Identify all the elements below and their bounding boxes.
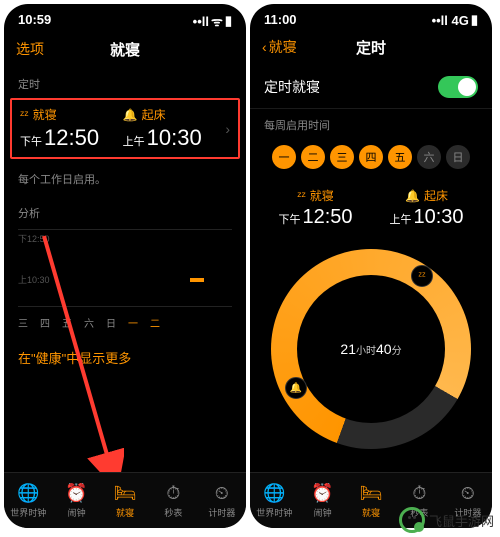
bed-label: 就寝 [310,187,334,204]
watermark-text: 飞鼠手游网 [429,511,494,530]
globe-icon: 🌐 [17,483,39,504]
tab-timer[interactable]: ⏲计时器 [198,473,246,528]
status-bar: 10:59 ••ll ᯤ ▮ [4,4,246,32]
enable-row: 定时就寝 [250,66,492,109]
globe-icon: 🌐 [263,483,285,504]
tab-bar: 🌐世界时钟 ⏰闹钟 🛏就寝 ⏱秒表 ⏲计时器 [4,472,246,528]
bed-icon: ᶻᶻ [20,108,29,122]
tab-alarm[interactable]: ⏰闹钟 [52,473,100,528]
section-header-timer: 定时 [4,68,246,96]
dial-face: 21小时40分 [297,275,445,423]
section-header-week: 每周启用时间 [250,109,492,137]
bed-time: 12:50 [302,206,352,229]
tab-alarm[interactable]: ⏰闹钟 [298,473,346,528]
stopwatch-icon: ⏱ [166,483,180,504]
options-button[interactable]: 选项 [16,39,44,59]
status-bar: 11:00 ••ll 4G ▮ [250,4,492,30]
tab-stopwatch[interactable]: ⏱秒表 [149,473,197,528]
tab-world-clock[interactable]: 🌐世界时钟 [4,473,52,528]
phone-right: 11:00 ••ll 4G ▮ ‹就寝 定时 定时就寝 每周启用时间 一 二 三… [250,4,492,528]
bell-icon: 🔔 [405,189,420,203]
enable-toggle[interactable] [438,76,478,98]
bed-icon: ᶻᶻ [297,189,306,203]
watermark-icon [399,507,425,533]
tab-bedtime[interactable]: 🛏就寝 [101,473,149,528]
sleep-dial[interactable]: 21小时40分 🔔 ᶻᶻ [271,249,471,449]
day-wed[interactable]: 三 [330,145,354,169]
network-icon: ••ll 4G [432,13,469,28]
bed-pre: 下午 [20,133,42,149]
status-time: 11:00 [264,12,297,28]
nav-bar: ‹就寝 定时 [250,30,492,66]
back-button[interactable]: ‹就寝 [262,37,297,57]
analysis-chart: 下12:50 上10:30 [18,229,232,307]
day-tue[interactable]: 二 [301,145,325,169]
section-header-analysis: 分析 [4,197,246,225]
day-thu[interactable]: 四 [359,145,383,169]
nav-bar: 选项 就寝 [4,32,246,68]
wake-handle[interactable]: 🔔 [285,377,307,399]
wake-time: 10:30 [413,206,463,229]
wake-pre: 上午 [389,211,411,227]
stopwatch-icon: ⏱ [412,483,426,504]
wake-label: 起床 [424,187,448,204]
tab-bedtime[interactable]: 🛏就寝 [347,473,395,528]
day-sun[interactable]: 日 [446,145,470,169]
chevron-right-icon: › [225,121,230,137]
day-fri[interactable]: 五 [388,145,412,169]
bed-tab-icon: 🛏 [360,483,383,504]
day-mon[interactable]: 一 [272,145,296,169]
schedule-row[interactable]: ᶻᶻ 就寝 下午12:50 🔔 起床 上午10:30 › [20,106,230,151]
status-time: 10:59 [18,12,51,30]
timer-icon: ⏲ [215,483,229,504]
page-title: 定时 [356,37,386,58]
day-sat[interactable]: 六 [417,145,441,169]
bed-time: 12:50 [44,125,99,151]
chevron-left-icon: ‹ [262,39,267,55]
chart-y2: 上10:30 [18,273,50,286]
battery-icon: ▮ [225,13,232,29]
bell-icon: 🔔 [123,108,138,122]
wifi-icon: ᯤ [211,12,223,30]
health-link[interactable]: 在"健康"中显示更多 [4,334,246,381]
signal-icon: ••ll [193,14,209,29]
battery-icon: ▮ [471,12,478,28]
bed-handle[interactable]: ᶻᶻ [411,265,433,287]
chart-bar [190,278,204,282]
bed-label: 就寝 [33,106,57,123]
page-title: 就寝 [110,39,140,60]
tab-world-clock[interactable]: 🌐世界时钟 [250,473,298,528]
chart-y1: 下12:50 [18,232,50,245]
bed-pre: 下午 [278,211,300,227]
alarm-icon: ⏰ [65,483,87,504]
watermark: 飞鼠手游网 [399,507,494,533]
time-row-highlight: ᶻᶻ 就寝 下午12:50 🔔 起床 上午10:30 › [10,98,240,159]
schedule-note: 每个工作日启用。 [4,161,246,197]
schedule-display: ᶻᶻ 就寝 下午12:50 🔔 起床 上午10:30 [250,177,492,239]
wake-pre: 上午 [123,133,145,149]
bed-tab-icon: 🛏 [114,483,137,504]
duration-label: 21小时40分 [340,341,401,357]
weekday-axis: 三 四 五 六 日 一 二 [4,311,246,334]
phone-left: 10:59 ••ll ᯤ ▮ 选项 就寝 定时 ᶻᶻ 就寝 下午12:50 🔔 起床… [4,4,246,528]
wake-time: 10:30 [147,125,202,151]
enable-label: 定时就寝 [264,77,320,97]
wake-label: 起床 [142,106,166,123]
alarm-icon: ⏰ [311,483,333,504]
timer-icon: ⏲ [461,483,475,504]
weekday-picker: 一 二 三 四 五 六 日 [250,137,492,177]
